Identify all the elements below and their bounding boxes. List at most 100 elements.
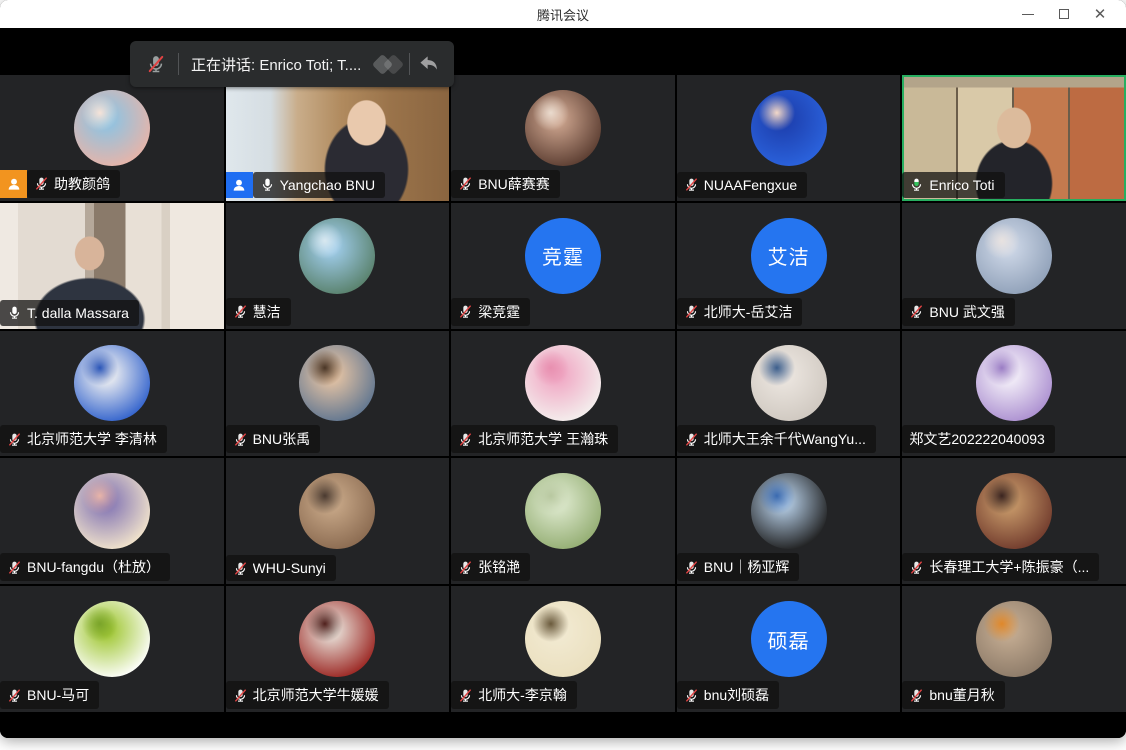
participant-name: 北师大-岳艾洁 bbox=[704, 302, 793, 322]
person-icon bbox=[231, 177, 247, 193]
toast-divider-2 bbox=[409, 53, 410, 75]
participant-name: Yangchao BNU bbox=[280, 177, 375, 193]
participant-avatar bbox=[751, 90, 827, 166]
participant-avatar bbox=[751, 473, 827, 549]
mic-icon bbox=[684, 688, 699, 703]
participant-tile[interactable]: WHU-Sunyi bbox=[226, 458, 450, 584]
participant-name: bnu董月秋 bbox=[929, 685, 994, 705]
participant-tile[interactable]: BNU-fangdu（杜放） bbox=[0, 458, 224, 584]
maximize-icon bbox=[1059, 9, 1069, 19]
participant-tile[interactable]: 艾洁 北师大-岳艾洁 bbox=[677, 203, 901, 329]
mic-icon bbox=[233, 432, 248, 447]
participant-tile[interactable]: 竞霆 梁竞霆 bbox=[451, 203, 675, 329]
participant-avatar bbox=[976, 345, 1052, 421]
name-pill: 北京师范大学 李清林 bbox=[0, 425, 167, 453]
name-pill: 北师大-李京翰 bbox=[451, 681, 577, 709]
participant-name: 助教颜鸽 bbox=[54, 174, 110, 194]
name-pill: BNU 武文强 bbox=[902, 298, 1014, 326]
participant-name: 张铭滟 bbox=[478, 557, 520, 577]
name-pill: 慧洁 bbox=[226, 298, 291, 326]
participant-tile[interactable]: BNU｜杨亚辉 bbox=[677, 458, 901, 584]
participant-tile[interactable]: BNU-马可 bbox=[0, 586, 224, 712]
mic-icon bbox=[909, 177, 924, 192]
name-pill: bnu董月秋 bbox=[902, 681, 1004, 709]
participant-tile[interactable]: 慧洁 bbox=[226, 203, 450, 329]
mic-icon bbox=[7, 432, 22, 447]
participant-tile[interactable]: 北京师范大学 李清林 bbox=[0, 331, 224, 457]
mic-icon bbox=[684, 432, 699, 447]
mic-icon bbox=[7, 560, 22, 575]
name-pill: 梁竞霆 bbox=[451, 298, 530, 326]
participant-tile[interactable]: 北京师范大学牛媛媛 bbox=[226, 586, 450, 712]
participant-grid: 助教颜鸽 Yangchao BNU bbox=[0, 75, 1126, 712]
name-pill: 北京师范大学牛媛媛 bbox=[226, 681, 389, 709]
mic-icon bbox=[909, 560, 924, 575]
participant-avatar bbox=[976, 473, 1052, 549]
participant-name: BNU张禹 bbox=[253, 429, 311, 449]
participant-avatar bbox=[525, 473, 601, 549]
window-title: 腾讯会议 bbox=[537, 5, 589, 24]
participant-name: 慧洁 bbox=[253, 302, 281, 322]
toast-icons[interactable] bbox=[375, 53, 440, 75]
mic-icon bbox=[909, 688, 924, 703]
name-pill: bnu刘硕磊 bbox=[677, 681, 779, 709]
participant-tile[interactable]: bnu董月秋 bbox=[902, 586, 1126, 712]
mic-icon bbox=[7, 688, 22, 703]
name-pill: BNU-fangdu（杜放） bbox=[0, 553, 170, 581]
participant-avatar: 竞霆 bbox=[525, 218, 601, 294]
name-pill: 张铭滟 bbox=[451, 553, 530, 581]
minimize-icon bbox=[1022, 14, 1034, 15]
name-pill: BNU-马可 bbox=[0, 681, 99, 709]
participant-tile[interactable]: BNU 武文强 bbox=[902, 203, 1126, 329]
layers-icon-back bbox=[383, 53, 404, 74]
toast-divider bbox=[178, 53, 179, 75]
participant-tile[interactable]: 北师大-李京翰 bbox=[451, 586, 675, 712]
participant-name: BNU薛赛赛 bbox=[478, 174, 550, 194]
name-pill: Yangchao BNU bbox=[253, 172, 385, 198]
mic-icon bbox=[684, 560, 699, 575]
participant-tile[interactable]: BNU薛赛赛 bbox=[451, 75, 675, 201]
mic-icon bbox=[7, 305, 22, 320]
participant-tile[interactable]: 北师大王余千代WangYu... bbox=[677, 331, 901, 457]
participant-name: BNU-fangdu（杜放） bbox=[27, 557, 160, 577]
minimize-button[interactable] bbox=[1010, 0, 1046, 28]
participant-avatar bbox=[525, 90, 601, 166]
participant-name: 梁竞霆 bbox=[478, 302, 520, 322]
name-pill: BNU张禹 bbox=[226, 425, 321, 453]
close-button[interactable]: ✕ bbox=[1082, 0, 1118, 28]
participant-tile[interactable]: 助教颜鸽 bbox=[0, 75, 224, 201]
mic-muted-icon bbox=[146, 54, 166, 74]
participant-name: BNU｜杨亚辉 bbox=[704, 557, 790, 577]
participant-avatar bbox=[74, 601, 150, 677]
name-pill: 北京师范大学 王瀚珠 bbox=[451, 425, 618, 453]
maximize-button[interactable] bbox=[1046, 0, 1082, 28]
participant-tile[interactable]: 硕磊 bnu刘硕磊 bbox=[677, 586, 901, 712]
mic-icon bbox=[909, 304, 924, 319]
participant-tile[interactable]: 长春理工大学+陈振豪（... bbox=[902, 458, 1126, 584]
participant-name: T. dalla Massara bbox=[27, 305, 129, 321]
participant-tile[interactable]: Enrico Toti bbox=[902, 75, 1126, 201]
role-badge bbox=[226, 172, 253, 198]
mic-icon bbox=[260, 177, 275, 192]
speaking-toast[interactable]: 正在讲话: Enrico Toti; T.... bbox=[130, 41, 454, 87]
participant-tile[interactable]: T. dalla Massara bbox=[0, 203, 224, 329]
mic-icon bbox=[233, 304, 248, 319]
participant-tile[interactable]: Yangchao BNU bbox=[226, 75, 450, 201]
name-pill: 郑文艺202222040093 bbox=[902, 425, 1054, 453]
mic-icon bbox=[684, 177, 699, 192]
name-pill: NUAAFengxue bbox=[677, 172, 807, 198]
name-pill: 北师大-岳艾洁 bbox=[677, 298, 803, 326]
participant-tile[interactable]: 张铭滟 bbox=[451, 458, 675, 584]
participant-name: 北师大王余千代WangYu... bbox=[704, 429, 866, 449]
mic-icon bbox=[458, 432, 473, 447]
participant-tile[interactable]: 北京师范大学 王瀚珠 bbox=[451, 331, 675, 457]
participant-name: BNU-马可 bbox=[27, 685, 89, 705]
speaking-now-text: 正在讲话: Enrico Toti; T.... bbox=[191, 54, 361, 75]
participant-avatar bbox=[299, 345, 375, 421]
participant-tile[interactable]: 郑文艺202222040093 bbox=[902, 331, 1126, 457]
participant-avatar: 艾洁 bbox=[751, 218, 827, 294]
participant-avatar bbox=[976, 218, 1052, 294]
participant-tile[interactable]: BNU张禹 bbox=[226, 331, 450, 457]
participant-name: 北师大-李京翰 bbox=[478, 685, 567, 705]
participant-tile[interactable]: NUAAFengxue bbox=[677, 75, 901, 201]
